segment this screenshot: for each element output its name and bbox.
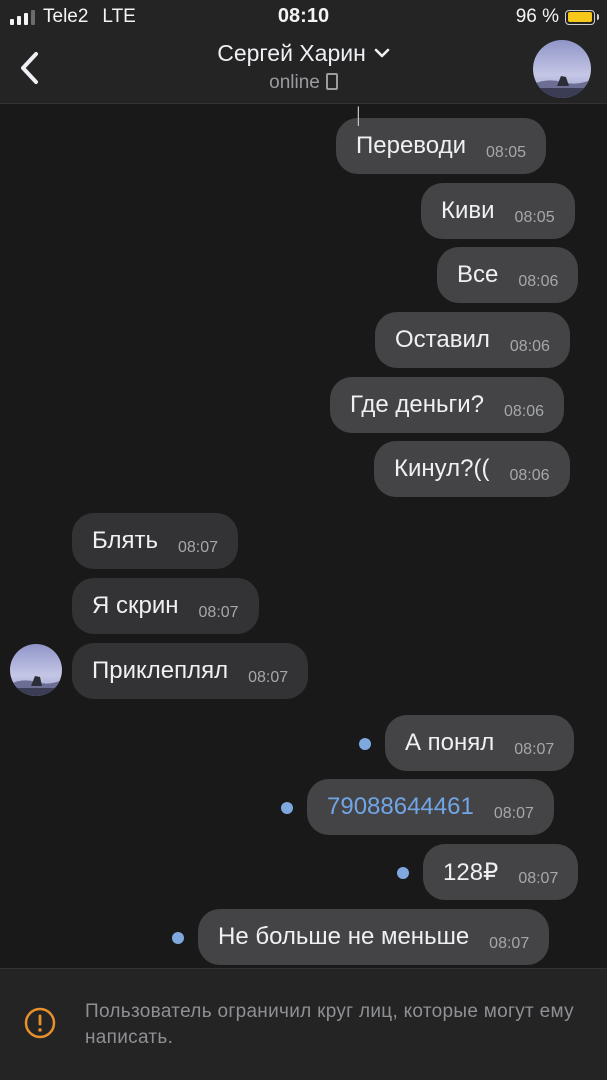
sender-avatar[interactable] <box>10 644 62 696</box>
message-time: 08:06 <box>518 273 559 290</box>
message-text: Оставил <box>395 326 490 353</box>
message-time: 08:07 <box>518 870 559 887</box>
chat-title: Сергей Харин <box>217 40 366 66</box>
message-text: 128₽ <box>443 858 499 886</box>
avatar[interactable] <box>533 40 591 98</box>
message-bubble[interactable]: Оставил 08:06 <box>375 312 570 368</box>
message-text: Переводи <box>356 132 467 159</box>
avatar-image <box>10 644 62 696</box>
message-bubble[interactable]: │ Переводи 08:05 <box>336 108 547 174</box>
restriction-notice: Пользователь ограничил круг лиц, которые… <box>0 968 607 1080</box>
message-time: 08:06 <box>509 338 550 355</box>
unread-dot <box>172 932 184 944</box>
message-text: Блять <box>92 527 158 554</box>
message-text: Все <box>457 261 499 288</box>
message-bubble-incoming[interactable]: Блять 08:07 <box>72 513 239 569</box>
unread-dot <box>359 738 371 750</box>
message-time: 08:07 <box>198 604 239 621</box>
online-status-label: online <box>269 72 320 93</box>
chat-title-button[interactable]: Сергей Харин <box>0 40 607 67</box>
message-bubble[interactable]: Не больше не меньше 08:07 <box>198 909 550 965</box>
message-bubble[interactable]: 128₽ 08:07 <box>423 844 579 900</box>
online-status: online <box>0 72 607 94</box>
chat-header: Сергей Харин online <box>0 34 607 104</box>
message-time: 08:07 <box>177 539 219 556</box>
unread-dot <box>397 867 409 879</box>
status-bar: Tele2 LTE 08:10 96 % <box>0 0 607 34</box>
message-text: Кинул?(( <box>394 455 490 482</box>
message-bubble[interactable]: 79088644461 08:07 <box>307 779 554 835</box>
message-time: 08:07 <box>514 741 555 758</box>
message-bubble[interactable]: Где деньги? 08:06 <box>330 377 565 433</box>
battery-icon <box>565 9 599 25</box>
status-right: 96 % <box>515 6 599 28</box>
avatar-image <box>533 40 591 98</box>
message-bubble[interactable]: Киви 08:05 <box>421 183 575 239</box>
phone-number-link[interactable]: 79088644461 <box>327 793 474 821</box>
message-time: 08:06 <box>509 467 550 484</box>
message-text: Где деньги? <box>350 391 485 418</box>
message-time: 08:07 <box>489 935 530 952</box>
message-text: Не больше не меньше <box>218 923 470 950</box>
message-bubble[interactable]: А понял 08:07 <box>385 715 575 771</box>
battery-fill <box>567 12 592 22</box>
battery-percent: 96 % <box>515 6 559 27</box>
message-bubble[interactable]: Кинул?(( 08:06 <box>374 441 570 497</box>
chevron-down-icon <box>374 48 390 58</box>
message-time: 08:07 <box>248 669 289 686</box>
message-text: Киви <box>441 197 495 224</box>
message-time: 08:06 <box>504 403 545 420</box>
warning-icon <box>24 1007 56 1039</box>
message-bubble-incoming[interactable]: Приклеплял 08:07 <box>72 643 309 699</box>
screen: Tele2 LTE 08:10 96 % Сергей Харин online <box>0 0 607 1080</box>
message-text: Я скрин <box>92 592 179 619</box>
message-time: 08:05 <box>486 144 527 161</box>
message-time: 08:05 <box>514 209 555 226</box>
clipped-previous-text: │ <box>354 108 364 125</box>
unread-dot <box>281 802 293 814</box>
message-bubble-incoming[interactable]: Я скрин 08:07 <box>72 578 259 634</box>
message-list[interactable]: │ Переводи 08:05 Киви 08:05 Все 08:06 Ос… <box>0 104 607 968</box>
message-time: 08:07 <box>493 805 534 822</box>
restriction-text: Пользователь ограничил круг лиц, которые… <box>85 1001 574 1048</box>
message-text: Приклеплял <box>92 657 229 684</box>
mobile-phone-icon <box>325 73 338 90</box>
message-text: А понял <box>405 729 495 756</box>
message-bubble[interactable]: Все 08:06 <box>437 247 579 303</box>
